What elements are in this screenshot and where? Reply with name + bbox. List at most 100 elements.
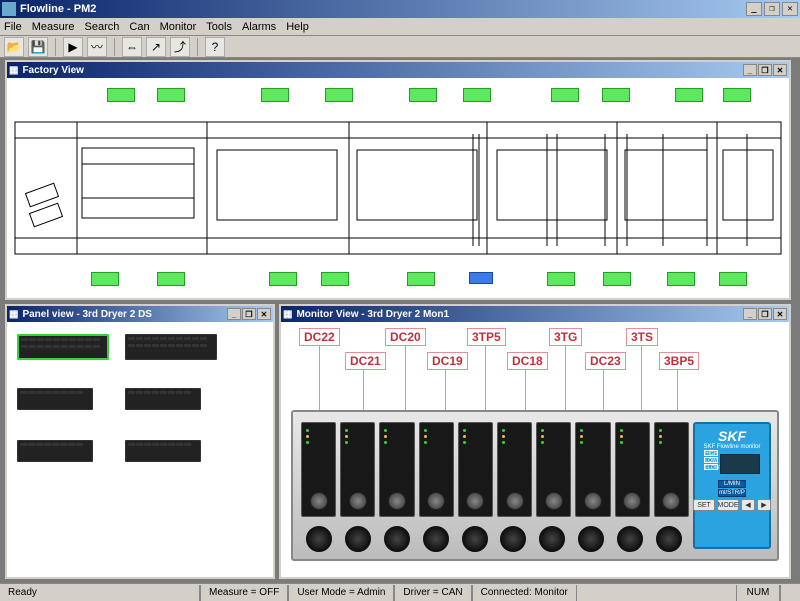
- flow-knob[interactable]: [536, 523, 569, 555]
- close-button[interactable]: ✕: [773, 64, 787, 76]
- status-indicator[interactable]: [407, 272, 435, 286]
- monitor-slot[interactable]: [575, 422, 610, 517]
- status-indicator[interactable]: [107, 88, 135, 102]
- flow-knob[interactable]: [303, 523, 336, 555]
- monitor-slot[interactable]: [419, 422, 454, 517]
- panel-unit[interactable]: [125, 334, 217, 360]
- close-button[interactable]: ✕: [782, 2, 798, 16]
- panel-titlebar[interactable]: ▦ Panel view - 3rd Dryer 2 DS _ ❐ ✕: [7, 306, 273, 322]
- status-indicator[interactable]: [603, 272, 631, 286]
- channel-tag[interactable]: DC21: [345, 352, 386, 370]
- factory-title: Factory View: [22, 65, 84, 76]
- minimize-button[interactable]: _: [746, 2, 762, 16]
- plot-icon[interactable]: 〰: [87, 37, 107, 57]
- flow-knob[interactable]: [381, 523, 414, 555]
- monitor-slot[interactable]: [379, 422, 414, 517]
- help-icon[interactable]: ?: [205, 37, 225, 57]
- minimize-button[interactable]: _: [743, 308, 757, 320]
- channel-tag[interactable]: 3TG: [549, 328, 582, 346]
- menu-alarms[interactable]: Alarms: [242, 21, 276, 33]
- align-icon[interactable]: ⇔: [122, 37, 142, 57]
- menu-help[interactable]: Help: [286, 21, 309, 33]
- menu-monitor[interactable]: Monitor: [160, 21, 197, 33]
- open-icon[interactable]: 📂: [4, 37, 24, 57]
- save-icon[interactable]: 💾: [28, 37, 48, 57]
- panel-unit-selected[interactable]: [17, 334, 109, 360]
- set-button[interactable]: SET: [693, 499, 715, 511]
- status-indicator[interactable]: [325, 88, 353, 102]
- status-indicator[interactable]: [723, 88, 751, 102]
- status-indicator[interactable]: [602, 88, 630, 102]
- flow-knob[interactable]: [652, 523, 685, 555]
- panel-body[interactable]: [7, 322, 273, 577]
- mode-button[interactable]: MODE: [717, 499, 739, 511]
- channel-tag[interactable]: DC23: [585, 352, 626, 370]
- status-indicator[interactable]: [409, 88, 437, 102]
- flow-knob[interactable]: [575, 523, 608, 555]
- flow-knob[interactable]: [342, 523, 375, 555]
- monitor-slot[interactable]: [301, 422, 336, 517]
- minimize-button[interactable]: _: [227, 308, 241, 320]
- left-button[interactable]: ◀: [741, 499, 755, 511]
- tag-connector: [445, 370, 446, 410]
- maximize-button[interactable]: ❐: [758, 64, 772, 76]
- menu-file[interactable]: File: [4, 21, 22, 33]
- monitor-body[interactable]: DC22 DC20 3TP5 3TG 3TS DC21 DC19 DC18 DC…: [281, 322, 789, 577]
- device-rack: SKF SKF Flowline monitor HIGH LOW FLOW L…: [291, 410, 779, 561]
- channel-tag[interactable]: DC22: [299, 328, 340, 346]
- flow-knob[interactable]: [613, 523, 646, 555]
- minimize-button[interactable]: _: [743, 64, 757, 76]
- factory-diagram[interactable]: [7, 78, 789, 298]
- arrow-icon[interactable]: ↗: [146, 37, 166, 57]
- status-indicator[interactable]: [551, 88, 579, 102]
- monitor-slot[interactable]: [654, 422, 689, 517]
- monitor-slot[interactable]: [340, 422, 375, 517]
- menu-measure[interactable]: Measure: [32, 21, 75, 33]
- maximize-button[interactable]: ❐: [764, 2, 780, 16]
- device-slots: [301, 422, 689, 517]
- channel-tag[interactable]: DC20: [385, 328, 426, 346]
- monitor-slot[interactable]: [536, 422, 571, 517]
- monitor-slot[interactable]: [458, 422, 493, 517]
- status-indicator[interactable]: [719, 272, 747, 286]
- menu-search[interactable]: Search: [85, 21, 120, 33]
- close-button[interactable]: ✕: [257, 308, 271, 320]
- maximize-button[interactable]: ❐: [758, 308, 772, 320]
- channel-tag[interactable]: 3TP5: [467, 328, 506, 346]
- channel-tag[interactable]: DC18: [507, 352, 548, 370]
- flow-knob[interactable]: [419, 523, 452, 555]
- channel-tag[interactable]: 3TS: [626, 328, 658, 346]
- panel-unit[interactable]: [125, 388, 201, 410]
- status-indicator[interactable]: [261, 88, 289, 102]
- status-indicator[interactable]: [675, 88, 703, 102]
- status-indicator[interactable]: [157, 272, 185, 286]
- factory-titlebar[interactable]: ▦ Factory View _ ❐ ✕: [7, 62, 789, 78]
- status-indicator[interactable]: [667, 272, 695, 286]
- channel-tag[interactable]: DC19: [427, 352, 468, 370]
- maximize-button[interactable]: ❐: [242, 308, 256, 320]
- status-indicator[interactable]: [321, 272, 349, 286]
- panel-unit[interactable]: [17, 388, 93, 410]
- monitor-slot[interactable]: [497, 422, 532, 517]
- menu-can[interactable]: Can: [129, 21, 149, 33]
- app-title: Flowline - PM2: [20, 3, 96, 15]
- status-indicator[interactable]: [463, 88, 491, 102]
- curve-icon[interactable]: ⤴: [170, 37, 190, 57]
- menu-tools[interactable]: Tools: [206, 21, 232, 33]
- flow-knob[interactable]: [458, 523, 491, 555]
- right-button[interactable]: ▶: [757, 499, 771, 511]
- flow-knob[interactable]: [497, 523, 530, 555]
- panel-unit[interactable]: [125, 440, 201, 462]
- monitor-slot[interactable]: [615, 422, 650, 517]
- status-indicator[interactable]: [547, 272, 575, 286]
- play-icon[interactable]: ▶: [63, 37, 83, 57]
- panel-unit[interactable]: [17, 440, 93, 462]
- status-indicator[interactable]: [157, 88, 185, 102]
- channel-tag[interactable]: 3BP5: [659, 352, 699, 370]
- status-indicator[interactable]: [91, 272, 119, 286]
- status-indicator[interactable]: [269, 272, 297, 286]
- tag-connector: [319, 346, 320, 410]
- status-indicator[interactable]: [469, 272, 493, 284]
- close-button[interactable]: ✕: [773, 308, 787, 320]
- monitor-titlebar[interactable]: ▦ Monitor View - 3rd Dryer 2 Mon1 _ ❐ ✕: [281, 306, 789, 322]
